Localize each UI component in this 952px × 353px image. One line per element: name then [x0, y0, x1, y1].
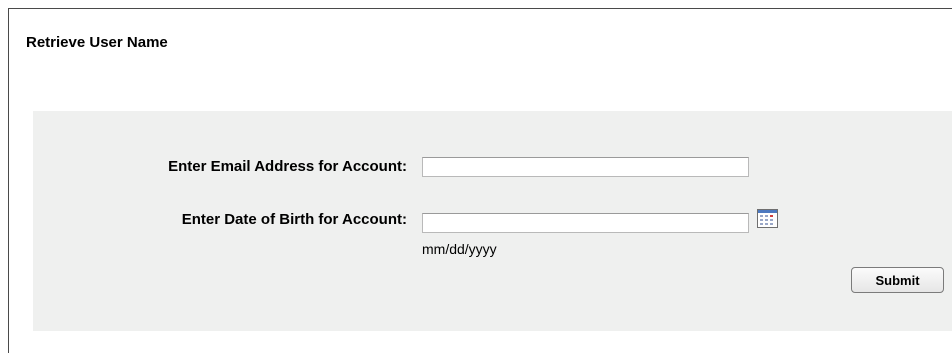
- submit-button[interactable]: Submit: [851, 267, 944, 293]
- dob-field[interactable]: [422, 213, 749, 233]
- page-title: Retrieve User Name: [26, 34, 168, 51]
- email-field[interactable]: [422, 157, 749, 177]
- dob-label: Enter Date of Birth for Account:: [181, 211, 407, 228]
- email-label: Enter Email Address for Account:: [168, 158, 407, 175]
- calendar-icon[interactable]: [757, 209, 778, 228]
- date-format-hint: mm/dd/yyyy: [422, 241, 497, 257]
